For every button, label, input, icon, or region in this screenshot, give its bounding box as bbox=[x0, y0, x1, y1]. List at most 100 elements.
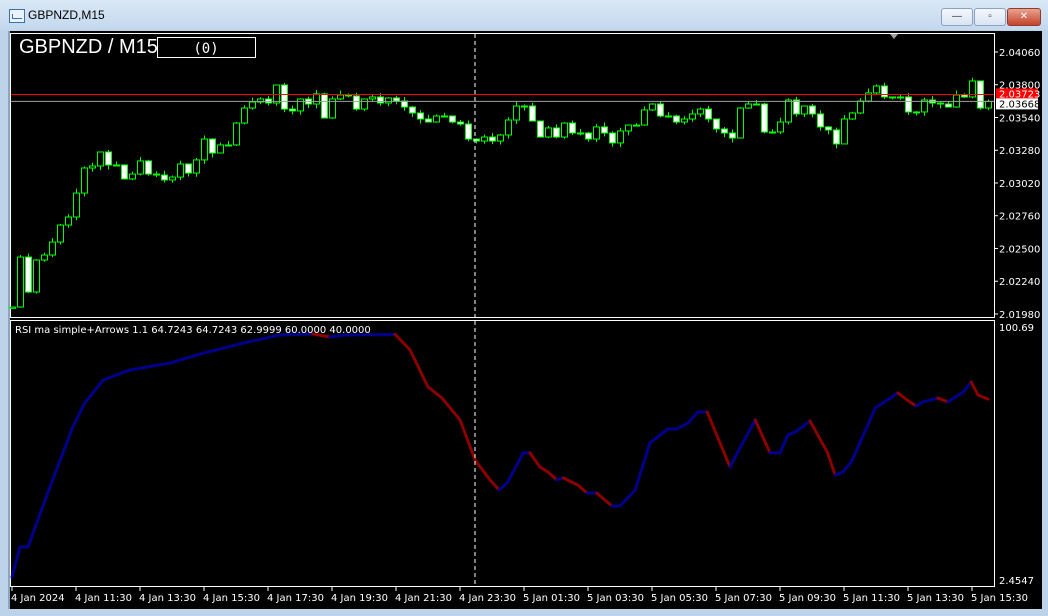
candle-body-bull bbox=[337, 94, 344, 100]
candle-body-bull bbox=[841, 118, 848, 145]
candle-body-bull bbox=[385, 97, 392, 104]
candle bbox=[761, 102, 768, 134]
candle bbox=[297, 98, 304, 115]
candle bbox=[969, 77, 976, 99]
candle-body-bull bbox=[777, 121, 784, 133]
candle-body-bear bbox=[353, 95, 360, 110]
candle bbox=[265, 95, 272, 106]
candle bbox=[601, 122, 608, 137]
indicator-label: RSI ma simple+Arrows 1.1 64.7243 64.7243… bbox=[15, 325, 371, 336]
candle-body-bear bbox=[601, 126, 608, 134]
candle bbox=[137, 156, 144, 176]
candle-body-bear bbox=[161, 174, 168, 181]
candle bbox=[721, 126, 728, 138]
rsi-segment bbox=[961, 380, 973, 394]
candle-body-bull bbox=[313, 93, 320, 105]
candle bbox=[777, 117, 784, 135]
candle-body-bear bbox=[321, 93, 328, 119]
candle bbox=[489, 133, 496, 145]
candle-body-bull bbox=[361, 98, 368, 110]
candle-body-bear bbox=[761, 103, 768, 133]
candle bbox=[145, 159, 152, 176]
rsi-segment bbox=[976, 393, 990, 401]
rsi-segment bbox=[936, 396, 950, 404]
candle bbox=[249, 97, 256, 110]
candle bbox=[481, 134, 488, 144]
candle-body-bear bbox=[721, 128, 728, 134]
candle bbox=[913, 111, 920, 116]
candle bbox=[377, 93, 384, 106]
candle bbox=[473, 138, 480, 144]
candle bbox=[745, 101, 752, 109]
candle bbox=[425, 114, 432, 123]
candle bbox=[633, 123, 640, 127]
rsi-segment bbox=[618, 488, 637, 508]
rsi-segment bbox=[10, 545, 22, 579]
chart-shift-marker-icon[interactable] bbox=[890, 34, 898, 39]
candle bbox=[945, 101, 952, 108]
candle bbox=[321, 92, 328, 119]
candle bbox=[393, 95, 400, 105]
candle bbox=[9, 306, 16, 309]
candle-body-bull bbox=[33, 259, 40, 293]
candle bbox=[937, 101, 944, 109]
candle bbox=[185, 163, 192, 177]
time-tick-label: 5 Jan 03:30 bbox=[587, 593, 644, 604]
candle bbox=[609, 131, 616, 147]
candle bbox=[49, 238, 56, 258]
candle-body-bull bbox=[913, 111, 920, 114]
candle-body-bear bbox=[945, 103, 952, 108]
time-tick-label: 4 Jan 13:30 bbox=[139, 593, 196, 604]
candle-body-bear bbox=[409, 106, 416, 114]
candle bbox=[161, 170, 168, 183]
rsi-segment bbox=[648, 427, 670, 445]
candle-body-bull bbox=[73, 192, 80, 218]
candle bbox=[897, 94, 904, 100]
candle-body-bull bbox=[249, 101, 256, 109]
candles bbox=[9, 77, 992, 309]
candle bbox=[313, 89, 320, 109]
candle bbox=[729, 129, 736, 143]
candle-body-bull bbox=[689, 113, 696, 120]
chart-symbol-title: GBPNZD / M15 bbox=[19, 36, 158, 58]
candle bbox=[849, 111, 856, 120]
candle bbox=[793, 96, 800, 117]
candle-body-bear bbox=[473, 138, 480, 142]
candle bbox=[681, 116, 688, 125]
candle-body-bear bbox=[553, 127, 560, 138]
candle bbox=[769, 129, 776, 134]
price-tick-label: 2.02760 bbox=[999, 212, 1040, 223]
candle-body-bull bbox=[785, 99, 792, 123]
candle-body-bull bbox=[49, 241, 56, 256]
candle-body-bear bbox=[401, 100, 408, 108]
time-tick-label: 5 Jan 15:30 bbox=[971, 593, 1028, 604]
candle bbox=[105, 150, 112, 170]
rsi-segment bbox=[705, 410, 732, 469]
chart-canvas[interactable]: GBPNZD / M15 (0) RSI ma simple+Arrows 1.… bbox=[0, 0, 1048, 616]
candle-body-bear bbox=[209, 138, 216, 154]
candle bbox=[257, 97, 264, 105]
candle-body-bear bbox=[449, 115, 456, 123]
candle bbox=[561, 122, 568, 139]
candle-body-bull bbox=[873, 85, 880, 94]
candle bbox=[697, 107, 704, 118]
price-tick-label: 2.02240 bbox=[999, 277, 1040, 288]
candle bbox=[89, 162, 96, 172]
candle-body-bear bbox=[457, 121, 464, 125]
candle bbox=[409, 105, 416, 118]
candle-body-bear bbox=[817, 113, 824, 128]
candle bbox=[457, 120, 464, 126]
candle-body-bull bbox=[481, 136, 488, 142]
candle-body-bear bbox=[185, 163, 192, 174]
candle bbox=[281, 83, 288, 113]
candle bbox=[33, 259, 40, 294]
candle bbox=[889, 96, 896, 100]
candle-body-bear bbox=[825, 126, 832, 131]
time-tick-label: 4 Jan 21:30 bbox=[395, 593, 452, 604]
candle bbox=[529, 102, 536, 122]
candle-body-bull bbox=[665, 115, 672, 118]
candle bbox=[953, 90, 960, 108]
rsi-segment bbox=[905, 398, 918, 408]
rsi-segment bbox=[576, 483, 589, 495]
candle bbox=[289, 105, 296, 115]
